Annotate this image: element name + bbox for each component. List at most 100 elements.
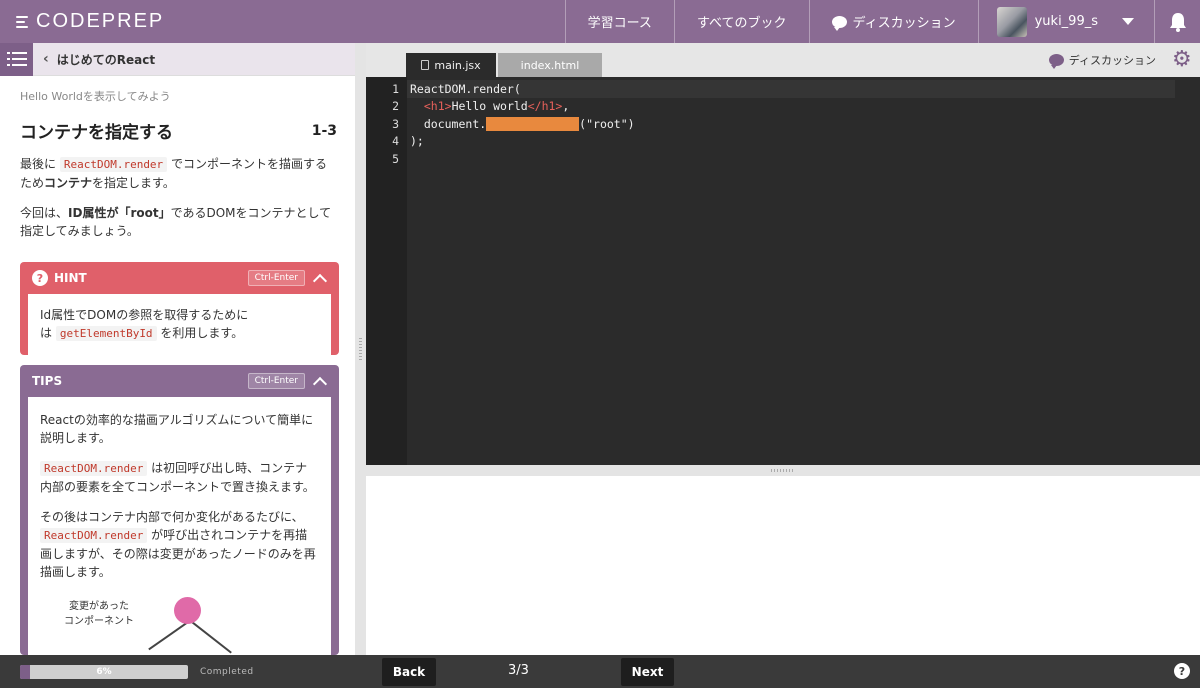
bell-icon: [1169, 12, 1186, 32]
line-number: 2: [392, 99, 399, 114]
bold-text: ID属性が「root」: [68, 206, 171, 220]
progress-label: 6%: [96, 667, 112, 677]
notifications-button[interactable]: [1154, 0, 1200, 43]
diagram-label-line: コンポーネント: [64, 616, 134, 627]
user-name: yuki_99_s: [1034, 14, 1098, 29]
line-number: 5: [392, 151, 399, 166]
menu-button[interactable]: [0, 43, 33, 76]
tips-title: TIPS: [32, 374, 63, 388]
answer-blank-input[interactable]: [486, 117, 580, 131]
breadcrumb-book-link[interactable]: ‹ はじめてのReact: [33, 51, 155, 68]
chevron-left-icon: ‹: [43, 51, 49, 67]
text: を利用します。: [160, 326, 244, 340]
code-editor[interactable]: 1 ReactDOM.render( 2 <h1>Hello world</h1…: [366, 77, 1200, 465]
nav-courses[interactable]: 学習コース: [564, 0, 674, 43]
diagram-label-line: 変更があった: [69, 601, 129, 612]
tab-label: main.jsx: [434, 58, 481, 72]
nav-discussion[interactable]: ディスカッション: [808, 0, 978, 43]
hint-body: Id属性でDOMの参照を取得するために は getElementById を利用…: [28, 294, 331, 355]
diagram-label: 変更があった コンポーネント: [64, 599, 134, 629]
diagram-node: [174, 597, 201, 624]
code-line: 3 document. ("root"): [366, 115, 1200, 133]
hint-header[interactable]: ? HINT Ctrl-Enter: [20, 262, 339, 294]
nav-courses-label: 学習コース: [587, 16, 652, 31]
hint-box: ? HINT Ctrl-Enter Id属性でDOMの参照を取得するために は …: [20, 262, 339, 355]
line-number: 1: [392, 81, 399, 96]
tab-index-html[interactable]: index.html: [498, 53, 602, 77]
avatar: [996, 6, 1027, 37]
jsx-tag: </h1>: [527, 99, 563, 114]
file-icon: [421, 60, 430, 70]
chevron-up-icon[interactable]: [312, 376, 328, 391]
tips-body: Reactの効率的な描画アルゴリズムについて簡単に説明します。 ReactDOM…: [28, 397, 331, 655]
main-nav: 学習コース すべてのブック ディスカッション yuki_99_s: [564, 0, 1200, 43]
help-icon[interactable]: ?: [1174, 663, 1190, 679]
completed-label: Completed: [200, 667, 254, 677]
nav-all-books-label: すべてのブック: [696, 16, 787, 31]
breadcrumb: ‹ はじめてのReact: [0, 43, 355, 76]
discussion-label: ディスカッション: [1068, 54, 1156, 67]
tips-shortcut: Ctrl-Enter: [247, 373, 305, 389]
text: その後はコンテナ内部で何か変化があるたびに、: [40, 510, 304, 524]
code-line: 1 ReactDOM.render(: [366, 80, 1200, 98]
code-line: 2 <h1>Hello world</h1>,: [366, 98, 1200, 116]
footer-bar: 6% Completed Back 3/3 Next ?: [0, 655, 1200, 688]
lesson-step: 1-3: [311, 122, 337, 139]
inline-code: getElementById: [55, 326, 157, 341]
inline-code: ReactDOM.render: [40, 528, 148, 543]
render-diagram: 変更があった コンポーネント: [40, 593, 319, 654]
code-line: 5: [366, 150, 1200, 168]
speech-bubble-icon: [831, 15, 847, 31]
instruction-paragraph-1: 最後に ReactDOM.render でコンポーネントを描画するためコンテナを…: [0, 143, 355, 192]
next-button[interactable]: Next: [621, 658, 674, 686]
nav-discussion-label: ディスカッション: [852, 16, 956, 31]
instruction-paragraph-2: 今回は、ID属性が「root」であるDOMをコンテナとして指定してみましょう。: [0, 192, 355, 240]
list-menu-icon: [6, 52, 27, 66]
lesson-subtitle: Hello Worldを表示してみよう: [20, 90, 171, 103]
code-text: );: [410, 134, 424, 149]
text: は: [40, 326, 53, 340]
code-line: 4 );: [366, 133, 1200, 151]
tips-paragraph: その後はコンテナ内部で何か変化があるたびに、 ReactDOM.render が…: [40, 508, 319, 581]
lesson-title: コンテナを指定する: [20, 123, 173, 143]
question-icon: ?: [32, 270, 48, 286]
text: を指定します。: [92, 176, 175, 190]
tips-header[interactable]: TIPS Ctrl-Enter: [20, 365, 339, 397]
inline-code: ReactDOM.render: [40, 461, 148, 476]
nav-all-books[interactable]: すべてのブック: [673, 0, 809, 43]
logo-lines-icon: [16, 15, 28, 28]
hint-title: HINT: [54, 271, 87, 285]
code-text: <h1>Hello world</h1>,: [407, 99, 569, 113]
drag-handle-icon: [771, 469, 795, 472]
gear-icon[interactable]: ⚙: [1172, 49, 1192, 71]
text: Id属性でDOMの参照を取得するために: [40, 308, 249, 322]
preview-pane: [366, 476, 1200, 655]
back-button[interactable]: Back: [382, 658, 436, 686]
code-text: document.: [423, 116, 487, 131]
codeprep-logo[interactable]: CODEPREP: [0, 10, 164, 33]
editor-toolbar: main.jsx index.html ディスカッション ⚙: [366, 43, 1200, 77]
drag-handle-icon: [359, 338, 362, 360]
tab-label: index.html: [520, 58, 580, 72]
chevron-down-icon: [1122, 18, 1134, 25]
line-number: 3: [392, 116, 399, 131]
jsx-tag: <h1>: [423, 99, 452, 114]
code-text: ("root"): [579, 116, 635, 131]
tips-paragraph: ReactDOM.render は初回呼び出し時、コンテナ内部の要素を全てコンポ…: [40, 459, 319, 496]
horizontal-splitter[interactable]: [366, 465, 1200, 476]
diagram-edge: [148, 621, 189, 650]
user-menu[interactable]: yuki_99_s: [977, 0, 1154, 43]
logo-text: CODEPREP: [36, 10, 165, 32]
tips-paragraph: Reactの効率的な描画アルゴリズムについて簡単に説明します。: [40, 413, 314, 445]
vertical-splitter[interactable]: [355, 43, 366, 655]
tab-main-jsx[interactable]: main.jsx: [406, 53, 496, 77]
inline-code: ReactDOM.render: [59, 157, 168, 172]
line-number: 4: [392, 134, 399, 149]
text: 最後に: [20, 157, 57, 171]
breadcrumb-label: はじめてのReact: [56, 52, 156, 67]
editor-discussion-button[interactable]: ディスカッション: [1048, 52, 1156, 69]
top-navbar: CODEPREP 学習コース すべてのブック ディスカッション yuki_99_…: [0, 0, 1200, 43]
code-text: ,: [562, 99, 570, 114]
tips-box: TIPS Ctrl-Enter Reactの効率的な描画アルゴリズムについて簡単…: [20, 365, 339, 655]
chevron-up-icon[interactable]: [312, 273, 328, 288]
